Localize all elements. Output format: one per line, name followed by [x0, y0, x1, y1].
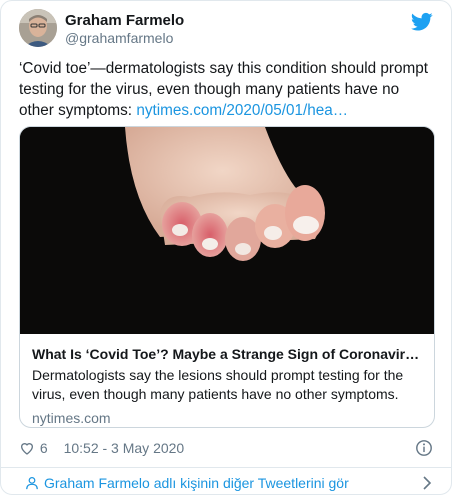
- embedded-tweet: Graham Farmelo @grahamfarmelo ‘Covid toe…: [0, 0, 452, 495]
- person-icon: [26, 476, 38, 490]
- more-tweets-label[interactable]: Graham Farmelo adlı kişinin diğer Tweetl…: [44, 475, 349, 491]
- divider: [1, 467, 451, 468]
- avatar[interactable]: [19, 9, 57, 47]
- info-icon[interactable]: [415, 439, 433, 457]
- tweet-meta: 6 10:52 - 3 May 2020: [19, 438, 433, 458]
- twitter-bird-icon[interactable]: [411, 12, 433, 32]
- more-tweets-link[interactable]: Graham Farmelo adlı kişinin diğer Tweetl…: [25, 473, 433, 493]
- tweet-link[interactable]: nytimes.com/2020/05/01/hea…: [136, 102, 348, 119]
- heart-icon[interactable]: [19, 440, 35, 456]
- tweet-header: Graham Farmelo @grahamfarmelo: [19, 9, 433, 49]
- timestamp[interactable]: 10:52 - 3 May 2020: [64, 440, 185, 456]
- tweet-text: ‘Covid toe’—dermatologists say this cond…: [19, 58, 429, 121]
- card-body: What Is ‘Covid Toe’? Maybe a Strange Sig…: [32, 345, 424, 427]
- link-card[interactable]: What Is ‘Covid Toe’? Maybe a Strange Sig…: [19, 126, 435, 428]
- like-count[interactable]: 6: [40, 440, 48, 456]
- card-description: Dermatologists say the lesions should pr…: [32, 367, 404, 402]
- card-domain: nytimes.com: [32, 410, 111, 426]
- author-names[interactable]: Graham Farmelo @grahamfarmelo: [65, 11, 184, 47]
- card-title[interactable]: What Is ‘Covid Toe’? Maybe a Strange Sig…: [32, 345, 424, 363]
- chevron-right-icon[interactable]: [421, 476, 433, 490]
- card-image[interactable]: [20, 127, 434, 334]
- author-handle[interactable]: @grahamfarmelo: [65, 30, 184, 47]
- author-display-name[interactable]: Graham Farmelo: [65, 11, 184, 30]
